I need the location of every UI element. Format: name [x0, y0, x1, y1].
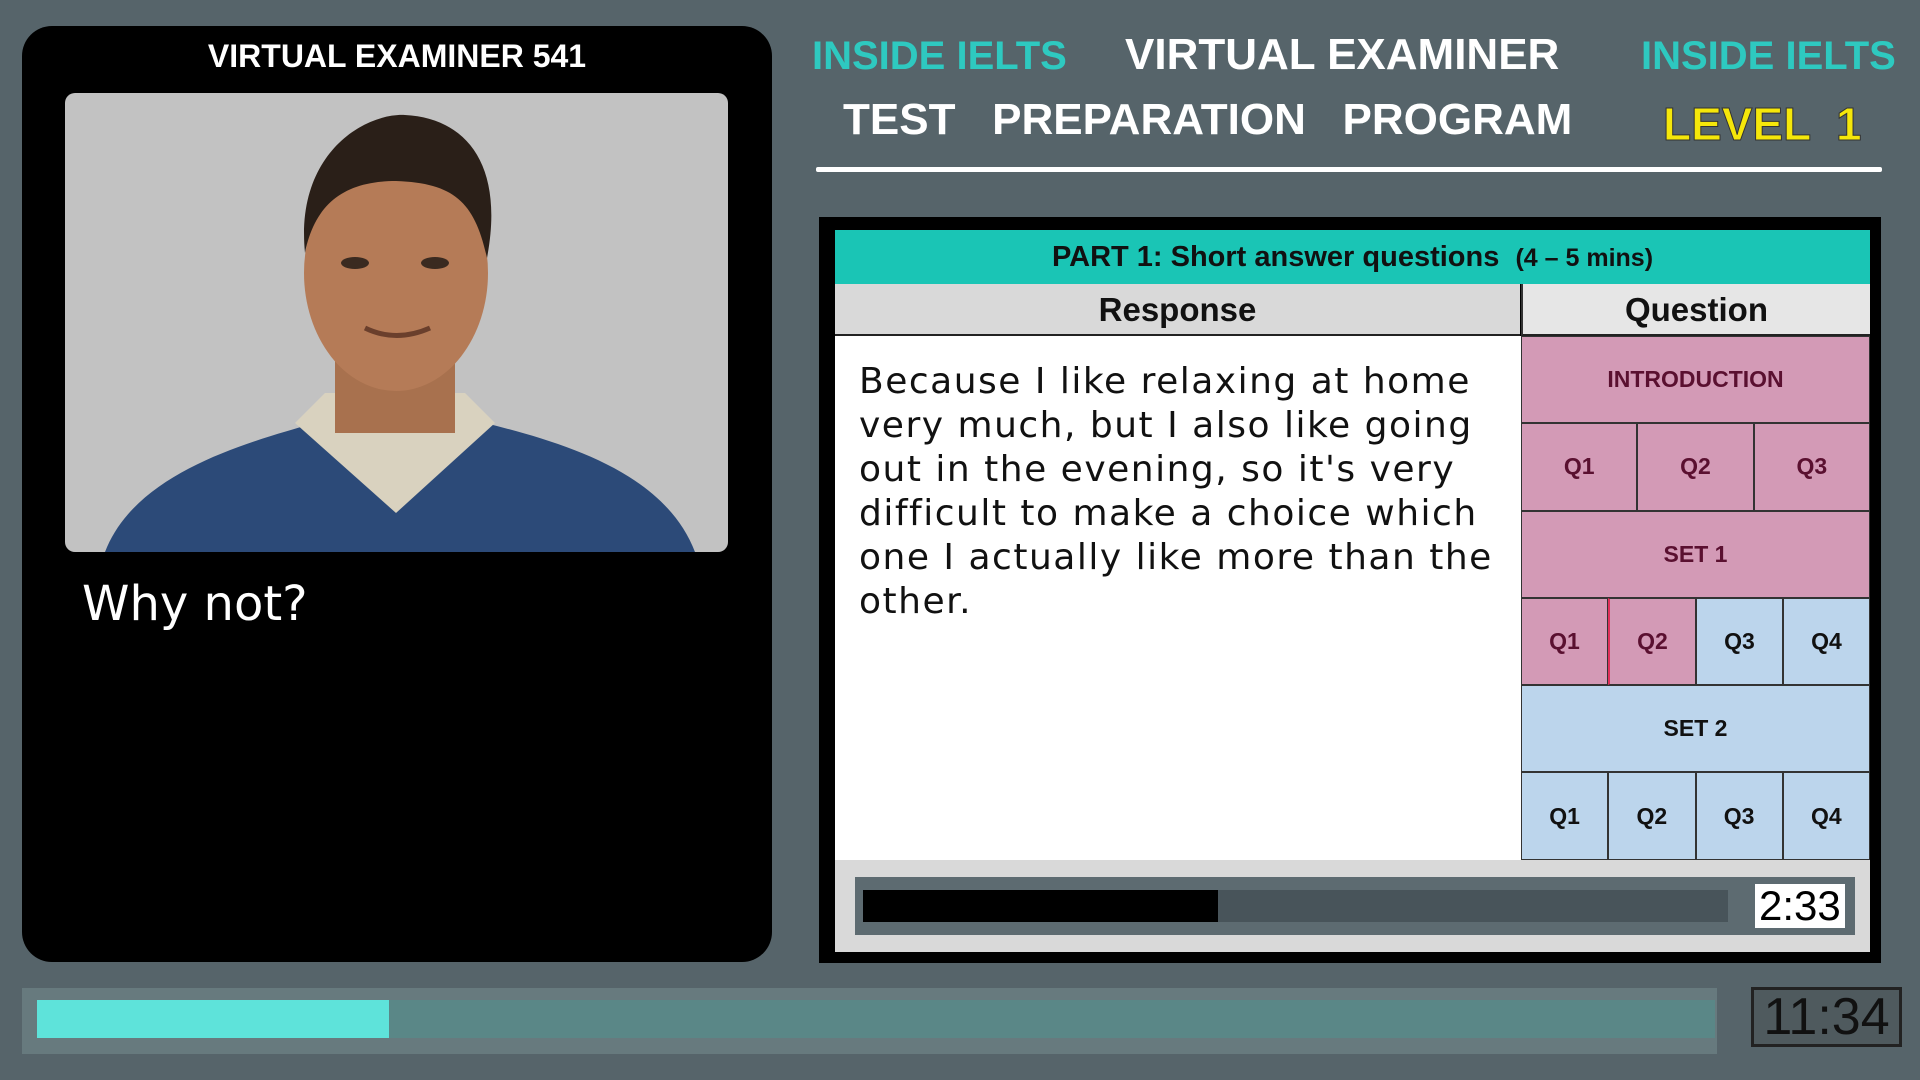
- level-label: LEVEL 1: [1663, 98, 1863, 151]
- set2-q3[interactable]: Q3: [1695, 772, 1783, 860]
- intro-q2[interactable]: Q2: [1637, 423, 1754, 511]
- response-header: Response: [835, 284, 1520, 336]
- set1-q1[interactable]: Q1: [1521, 597, 1608, 686]
- set1-q2[interactable]: Q2: [1608, 597, 1696, 686]
- answer-progress: 2:33: [855, 877, 1855, 935]
- part-title-text: PART 1: Short answer questions: [1051, 241, 1500, 273]
- intro-cell[interactable]: INTRODUCTION: [1521, 336, 1870, 424]
- answer-timer: 2:33: [1755, 884, 1845, 928]
- response-text: Because I like relaxing at home very muc…: [835, 336, 1521, 860]
- main-timer: 11:34: [1751, 987, 1902, 1047]
- question-grid: INTRODUCTION Q1 Q2 Q3 SET 1 Q1 Q2 Q3 Q4 …: [1521, 336, 1870, 860]
- main-progress-track[interactable]: [37, 1000, 1715, 1038]
- brand-left: INSIDE IELTS: [812, 34, 1067, 78]
- set2-cell[interactable]: SET 2: [1521, 685, 1870, 773]
- set1-cell[interactable]: SET 1: [1521, 510, 1870, 598]
- question-card: PART 1: Short answer questions (4 – 5 mi…: [819, 217, 1881, 963]
- examiner-title: VIRTUAL EXAMINER 541: [207, 38, 587, 74]
- set1-q4[interactable]: Q4: [1783, 597, 1870, 686]
- set1-q3[interactable]: Q3: [1696, 597, 1783, 686]
- answer-progress-fill: [863, 890, 1218, 922]
- examiner-avatar: [65, 93, 728, 552]
- set2-q2[interactable]: Q2: [1608, 772, 1696, 860]
- set2-q4[interactable]: Q4: [1782, 772, 1870, 860]
- brand-right: INSIDE IELTS: [1641, 34, 1896, 78]
- intro-q1[interactable]: Q1: [1521, 423, 1638, 511]
- main-progress-fill: [37, 1000, 390, 1038]
- answer-timer-bar: 2:33: [835, 860, 1870, 952]
- question-header: Question: [1521, 284, 1870, 336]
- program-title-line2: TEST PREPARATION PROGRAM: [843, 95, 1573, 144]
- part-title: PART 1: Short answer questions (4 – 5 mi…: [835, 230, 1870, 284]
- part-duration: (4 – 5 mins): [1515, 244, 1654, 272]
- program-title-line1: VIRTUAL EXAMINER: [1125, 30, 1560, 79]
- main-progress-bar: [22, 988, 1717, 1054]
- intro-q3[interactable]: Q3: [1753, 423, 1870, 511]
- answer-progress-track: [863, 890, 1728, 922]
- examiner-face-image: [105, 114, 695, 552]
- header-divider: [816, 167, 1882, 172]
- set2-q1[interactable]: Q1: [1521, 772, 1609, 860]
- examiner-panel: VIRTUAL EXAMINER 541 Why not?: [22, 26, 772, 962]
- examiner-question-caption: Why not?: [82, 576, 308, 632]
